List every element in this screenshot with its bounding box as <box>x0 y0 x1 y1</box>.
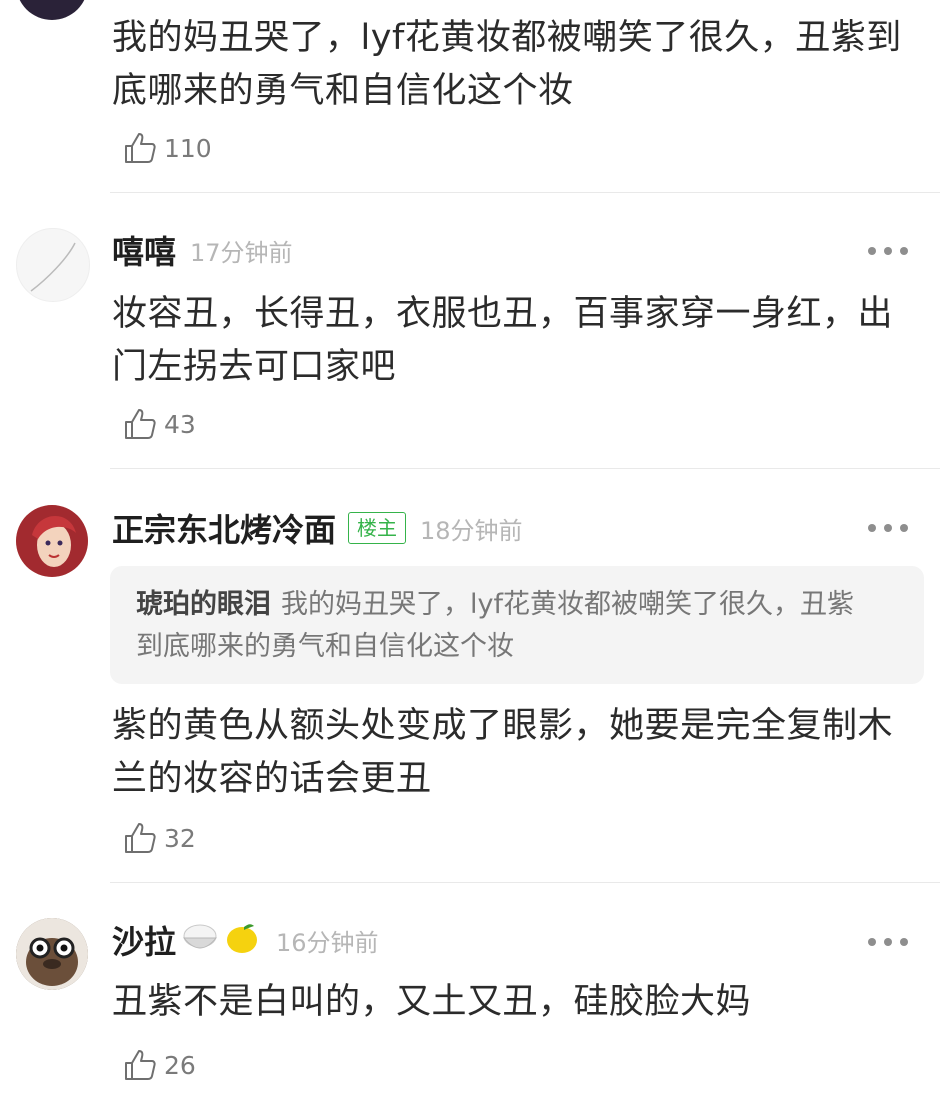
like-count: 43 <box>164 409 196 439</box>
comment-header: 正宗东北烤冷面 楼主 18分钟前 <box>112 506 523 550</box>
divider <box>110 882 940 883</box>
thumbs-up-icon <box>125 133 156 163</box>
quote-username[interactable]: 琥珀的眼泪 <box>136 589 271 620</box>
rice-bowl-emoji-icon <box>180 918 220 962</box>
comment-text: 紫的黄色从额头处变成了眼影，她要是完全复制木兰的妆容的话会更丑 <box>112 706 894 799</box>
more-dot-icon <box>868 247 876 255</box>
more-dot-icon <box>868 938 876 946</box>
more-dot-icon <box>900 247 908 255</box>
like-count: 32 <box>164 823 196 853</box>
username[interactable]: 沙拉 <box>112 917 176 963</box>
timestamp: 17分钟前 <box>190 238 293 267</box>
quoted-comment[interactable]: 琥珀的眼泪 我的妈丑哭了，lyf花黄妆都被嘲笑了很久，丑紫到底哪来的勇气和自信化这… <box>110 566 924 684</box>
avatar-illustration <box>16 918 88 990</box>
thumbs-up-icon <box>125 823 156 853</box>
author-badge: 楼主 <box>348 512 407 544</box>
more-dot-icon <box>900 938 908 946</box>
more-dot-icon <box>884 524 892 532</box>
comment-text: 妆容丑，长得丑，衣服也丑，百事家穿一身红，出门左拐去可口家吧 <box>112 294 894 387</box>
username[interactable]: 正宗东北烤冷面 <box>112 505 336 551</box>
thumbs-up-icon <box>125 1050 156 1080</box>
more-dot-icon <box>884 247 892 255</box>
avatar[interactable] <box>16 228 90 302</box>
lemon-emoji-icon <box>222 918 262 962</box>
quote-body: 琥珀的眼泪 我的妈丑哭了，lyf花黄妆都被嘲笑了很久，丑紫到底哪来的勇气和自信化这… <box>136 584 866 668</box>
comment-header: 沙拉 16分钟前 <box>112 918 379 962</box>
comment-text: 我的妈丑哭了，lyf花黄妆都被嘲笑了很久，丑紫到底哪来的勇气和自信化这个妆 <box>112 18 902 111</box>
more-dot-icon <box>884 938 892 946</box>
more-dot-icon <box>900 524 908 532</box>
avatar[interactable] <box>16 918 88 990</box>
like-button[interactable]: 110 <box>122 128 212 168</box>
more-options-button[interactable] <box>868 518 908 538</box>
comment-header: 嘻嘻 17分钟前 <box>112 228 293 272</box>
avatar-line-art <box>30 242 76 292</box>
more-dot-icon <box>868 524 876 532</box>
like-count: 26 <box>164 1050 196 1080</box>
comment-text: 丑紫不是白叫的，又土又丑，硅胶脸大妈 <box>112 982 752 1022</box>
like-button[interactable]: 26 <box>122 1045 196 1085</box>
like-button[interactable]: 43 <box>122 404 196 444</box>
avatar[interactable] <box>16 505 88 577</box>
timestamp: 18分钟前 <box>420 516 523 545</box>
divider <box>110 192 940 193</box>
more-options-button[interactable] <box>868 932 908 952</box>
like-count: 110 <box>164 133 212 163</box>
thumbs-up-icon <box>125 409 156 439</box>
avatar[interactable] <box>16 0 88 20</box>
avatar-illustration <box>16 505 88 577</box>
divider <box>110 468 940 469</box>
username[interactable]: 嘻嘻 <box>112 227 176 273</box>
like-button[interactable]: 32 <box>122 818 196 858</box>
timestamp: 16分钟前 <box>276 928 379 957</box>
more-options-button[interactable] <box>868 241 908 261</box>
